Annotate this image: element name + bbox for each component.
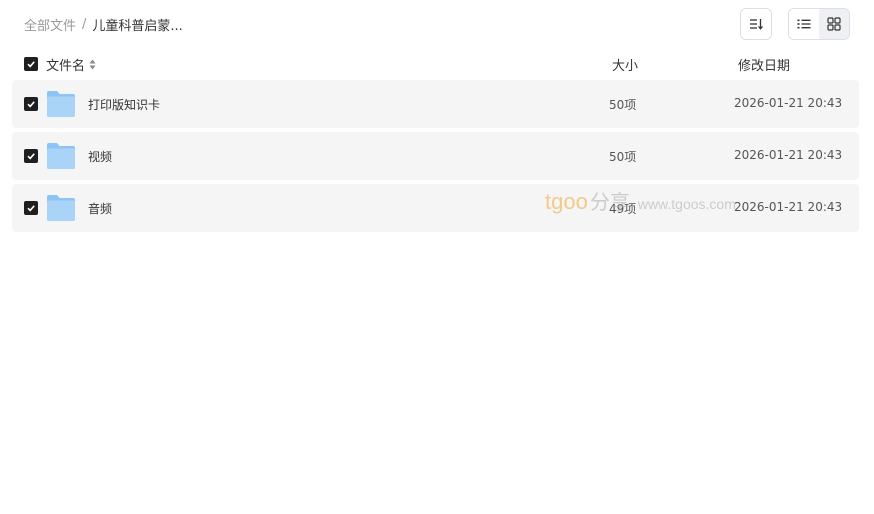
size-column-header[interactable]: 大小 <box>612 55 638 74</box>
table-header: 文件名 大小 修改日期 <box>12 52 859 76</box>
folder-icon <box>47 91 75 117</box>
file-size: 50项 <box>609 150 637 164</box>
list-view-icon <box>797 19 811 29</box>
table-row[interactable]: 音频 49项 2026-01-21 20:43 <box>12 184 859 232</box>
select-all-checkbox[interactable] <box>24 57 38 71</box>
view-toggle <box>788 8 850 40</box>
file-name[interactable]: 打印版知识卡 <box>88 96 160 113</box>
check-icon <box>27 101 35 108</box>
name-header-label: 文件名 <box>46 59 86 74</box>
file-date: 2026-01-21 20:43 <box>734 96 843 110</box>
date-column-header[interactable]: 修改日期 <box>738 55 790 74</box>
folder-icon <box>47 195 75 221</box>
sort-lines-icon <box>750 19 763 30</box>
check-icon <box>27 205 35 212</box>
sort-button[interactable] <box>740 8 772 40</box>
breadcrumb-current: 儿童科普启蒙... <box>92 19 183 34</box>
file-size: 49项 <box>609 202 637 216</box>
name-column-header[interactable]: 文件名 <box>46 55 96 74</box>
row-checkbox[interactable] <box>24 97 38 111</box>
folder-icon <box>47 143 75 169</box>
grid-view-button[interactable] <box>819 9 849 39</box>
grid-view-icon <box>827 17 841 31</box>
file-date: 2026-01-21 20:43 <box>734 148 843 162</box>
table-row[interactable]: 打印版知识卡 50项 2026-01-21 20:43 <box>12 80 859 128</box>
breadcrumb: 全部文件 / 儿童科普启蒙... <box>24 15 183 34</box>
file-list: 打印版知识卡 50项 2026-01-21 20:43 视频 50项 2026-… <box>12 80 859 236</box>
breadcrumb-root-link[interactable]: 全部文件 <box>24 15 76 34</box>
sort-caret-icon <box>89 59 96 70</box>
check-icon <box>27 61 35 68</box>
list-view-button[interactable] <box>789 9 819 39</box>
row-checkbox[interactable] <box>24 149 38 163</box>
check-icon <box>27 153 35 160</box>
file-size: 50项 <box>609 98 637 112</box>
row-checkbox[interactable] <box>24 201 38 215</box>
file-name[interactable]: 音频 <box>88 200 112 217</box>
file-date: 2026-01-21 20:43 <box>734 200 843 214</box>
table-row[interactable]: 视频 50项 2026-01-21 20:43 <box>12 132 859 180</box>
breadcrumb-separator: / <box>82 17 87 32</box>
file-name[interactable]: 视频 <box>88 148 112 165</box>
top-bar: 全部文件 / 儿童科普启蒙... <box>0 0 874 48</box>
